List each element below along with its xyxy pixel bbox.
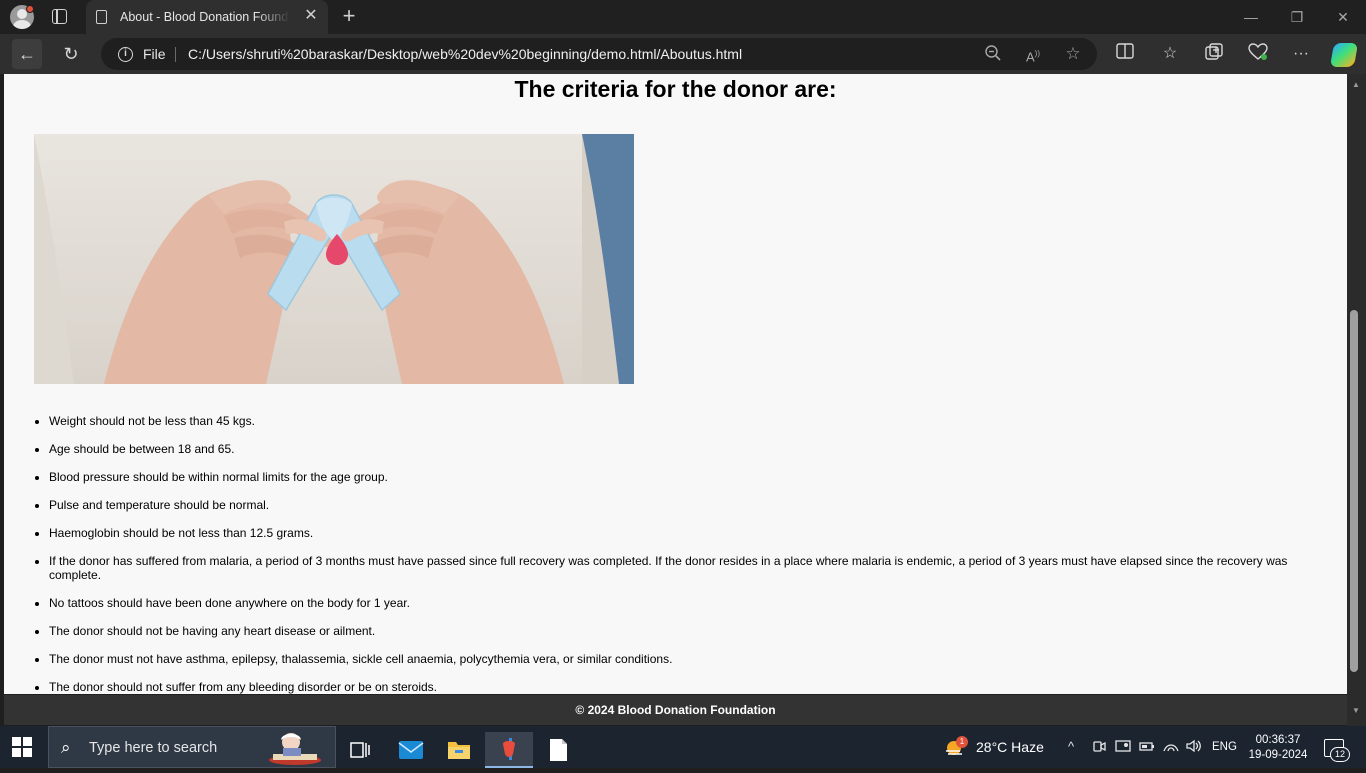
list-item: Pulse and temperature should be normal. [49, 498, 1319, 512]
copilot-icon[interactable] [1329, 43, 1359, 67]
read-aloud-icon[interactable]: A)) [1023, 44, 1043, 64]
list-item: Weight should not be less than 45 kgs. [49, 414, 1319, 428]
meet-now-icon[interactable] [1092, 739, 1106, 757]
scrollbar-thumb[interactable] [1350, 310, 1358, 672]
search-icon: ⌕ [61, 738, 71, 757]
notification-count-badge: 12 [1330, 747, 1350, 762]
close-tab-icon[interactable]: ✕ [302, 7, 320, 25]
browser-essentials-icon[interactable] [1247, 43, 1269, 65]
address-bar[interactable]: i File C:/Users/shruti%20baraskar/Deskto… [101, 38, 1097, 70]
donor-ribbon-image [34, 134, 634, 384]
page-file-icon [96, 10, 107, 24]
list-item: The donor should not suffer from any ble… [49, 680, 1319, 694]
favorites-icon[interactable]: ☆ [1159, 43, 1181, 65]
show-hidden-icons-chevron-icon[interactable]: ^ [1068, 739, 1074, 755]
volume-icon[interactable] [1186, 739, 1202, 757]
scroll-down-arrow-icon[interactable]: ▼ [1352, 706, 1360, 715]
taskbar-clock[interactable]: 00:36:37 19-09-2024 [1246, 733, 1310, 763]
info-icon[interactable]: i [118, 47, 133, 62]
notepad-icon[interactable] [534, 732, 582, 768]
app-icon[interactable] [485, 732, 533, 768]
restore-button[interactable]: ❐ [1286, 6, 1308, 28]
wifi-icon[interactable] [1163, 739, 1179, 757]
browser-navigation-bar: ← ↻ i File C:/Users/shruti%20baraskar/De… [0, 34, 1366, 74]
page-footer: © 2024 Blood Donation Foundation [4, 695, 1347, 725]
clock-time: 00:36:37 [1255, 734, 1301, 746]
windows-taskbar: ⌕ Type here to search 1 28°C Haze ^ ENG [0, 726, 1366, 768]
address-scheme-label: File [143, 46, 166, 62]
collections-icon[interactable] [1203, 43, 1225, 65]
weather-text[interactable]: 28°C Haze [976, 739, 1044, 755]
list-item: If the donor has suffered from malaria, … [49, 554, 1319, 582]
tab-title: About - Blood Donation Foundation [120, 10, 290, 24]
donor-criteria-list: Weight should not be less than 45 kgs. A… [49, 414, 1319, 694]
list-item: No tattoos should have been done anywher… [49, 596, 1319, 610]
zoom-out-icon[interactable] [983, 44, 1003, 64]
task-view-icon[interactable] [336, 732, 384, 768]
address-url[interactable]: C:/Users/shruti%20baraskar/Desktop/web%2… [188, 46, 742, 62]
minimize-button[interactable]: — [1240, 6, 1262, 28]
clock-date: 19-09-2024 [1248, 749, 1308, 761]
file-explorer-icon[interactable] [435, 732, 483, 768]
page-viewport: The criteria for the donor are: • Weight… [4, 74, 1347, 694]
weather-alert-badge: 1 [956, 736, 968, 748]
more-icon[interactable]: ··· [1290, 43, 1312, 65]
browser-title-bar: About - Blood Donation Foundation ✕ + — … [0, 0, 1366, 34]
list-item: Haemoglobin should be not less than 12.5… [49, 526, 1319, 540]
battery-icon[interactable] [1139, 739, 1155, 757]
page-scrollbar[interactable]: ▲ ▼ [1347, 74, 1366, 726]
tab-actions-icon[interactable] [52, 9, 67, 24]
display-icon[interactable] [1115, 739, 1131, 757]
new-tab-button[interactable]: + [338, 5, 360, 27]
split-screen-icon[interactable] [1114, 43, 1136, 65]
input-language[interactable]: ENG [1212, 741, 1237, 753]
windows-start-icon[interactable] [12, 737, 32, 757]
refresh-button[interactable]: ↻ [56, 39, 86, 69]
mail-icon[interactable] [387, 732, 435, 768]
taskbar-search-box[interactable]: ⌕ Type here to search [48, 726, 336, 768]
back-button[interactable]: ← [12, 39, 42, 69]
browser-tab-active[interactable]: About - Blood Donation Foundation ✕ [86, 0, 328, 34]
search-highlight-illustration [267, 730, 323, 766]
taskbar-search-placeholder: Type here to search [89, 740, 218, 756]
scroll-up-arrow-icon[interactable]: ▲ [1352, 80, 1360, 89]
list-item: The donor should not be having any heart… [49, 624, 1319, 638]
list-item: Age should be between 18 and 65. [49, 442, 1319, 456]
page-heading: The criteria for the donor are: [514, 76, 837, 102]
list-item: Blood pressure should be within normal l… [49, 470, 1319, 484]
favorite-star-icon[interactable]: ☆ [1063, 44, 1083, 64]
close-window-button[interactable]: ✕ [1332, 6, 1354, 28]
profile-notification-dot [26, 5, 34, 13]
list-item: The donor must not have asthma, epilepsy… [49, 652, 1319, 666]
address-separator [175, 47, 176, 62]
